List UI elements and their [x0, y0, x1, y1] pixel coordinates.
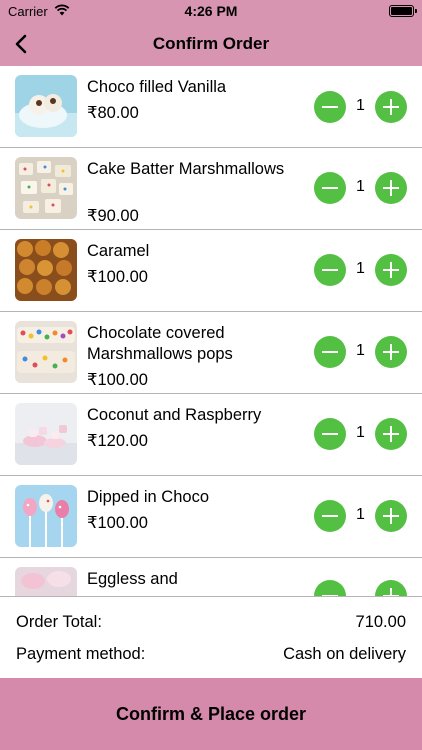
decrease-quantity-button[interactable] — [314, 580, 346, 596]
item-name: Choco filled Vanilla — [87, 78, 227, 96]
payment-method-label: Payment method: — [16, 645, 146, 663]
order-total-value: 710.00 — [355, 613, 406, 631]
list-item: Chocolate covered Marshmallows pops ₹100… — [0, 312, 422, 394]
product-image — [15, 485, 77, 547]
order-items-list[interactable]: Choco filled Vanilla ₹80.00 1 Cake Batte… — [0, 66, 422, 596]
increase-quantity-button[interactable] — [375, 172, 407, 204]
product-image — [15, 239, 77, 301]
list-item: Choco filled Vanilla ₹80.00 1 — [0, 66, 422, 148]
product-image — [15, 567, 77, 596]
increase-quantity-button[interactable] — [375, 580, 407, 596]
list-item: Dipped in Choco ₹100.00 1 — [0, 476, 422, 558]
decrease-quantity-button[interactable] — [314, 172, 346, 204]
decrease-quantity-button[interactable] — [314, 91, 346, 123]
item-name: Caramel — [87, 242, 150, 260]
confirm-place-order-button[interactable]: Confirm & Place order — [0, 678, 422, 750]
product-image — [15, 157, 77, 219]
item-name: Eggless and — [87, 570, 178, 588]
decrease-quantity-button[interactable] — [314, 500, 346, 532]
battery-icon — [389, 5, 417, 17]
item-quantity: 1 — [356, 178, 365, 195]
item-quantity: 1 — [356, 506, 365, 523]
increase-quantity-button[interactable] — [375, 336, 407, 368]
increase-quantity-button[interactable] — [375, 254, 407, 286]
item-price: ₹80.00 — [87, 104, 139, 122]
navigation-bar: Confirm Order — [0, 22, 422, 66]
order-total-label: Order Total: — [16, 613, 102, 631]
item-quantity: 1 — [356, 424, 365, 441]
decrease-quantity-button[interactable] — [314, 418, 346, 450]
item-price: ₹120.00 — [87, 432, 148, 450]
decrease-quantity-button[interactable] — [314, 336, 346, 368]
item-quantity: 1 — [356, 97, 365, 114]
list-item: Caramel ₹100.00 1 — [0, 230, 422, 312]
item-name: Coconut and Raspberry — [87, 406, 262, 424]
list-item: Coconut and Raspberry ₹120.00 1 — [0, 394, 422, 476]
payment-method-value: Cash on delivery — [283, 645, 406, 663]
list-item: Cake Batter Marshmallows ₹90.00 1 — [0, 148, 422, 230]
product-image — [15, 321, 77, 383]
item-quantity: 1 — [356, 342, 365, 359]
item-price: ₹100.00 — [87, 371, 148, 389]
item-name: Chocolate covered Marshmallows pops — [87, 324, 233, 363]
item-price: ₹90.00 — [87, 207, 139, 225]
item-quantity: 1 — [356, 260, 365, 277]
status-time: 4:26 PM — [184, 3, 238, 19]
item-name: Dipped in Choco — [87, 488, 209, 506]
decrease-quantity-button[interactable] — [314, 254, 346, 286]
page-title: Confirm Order — [152, 34, 270, 53]
item-price: ₹100.00 — [87, 268, 148, 286]
order-summary: Order Total: 710.00 Payment method: Cash… — [0, 597, 422, 678]
product-image — [15, 75, 77, 137]
increase-quantity-button[interactable] — [375, 91, 407, 123]
status-bar: Carrier 4:26 PM — [0, 0, 422, 22]
product-image — [15, 403, 77, 465]
list-item: Eggless and — [0, 558, 422, 596]
item-price: ₹100.00 — [87, 514, 148, 532]
increase-quantity-button[interactable] — [375, 500, 407, 532]
item-name: Cake Batter Marshmallows — [87, 160, 285, 178]
increase-quantity-button[interactable] — [375, 418, 407, 450]
